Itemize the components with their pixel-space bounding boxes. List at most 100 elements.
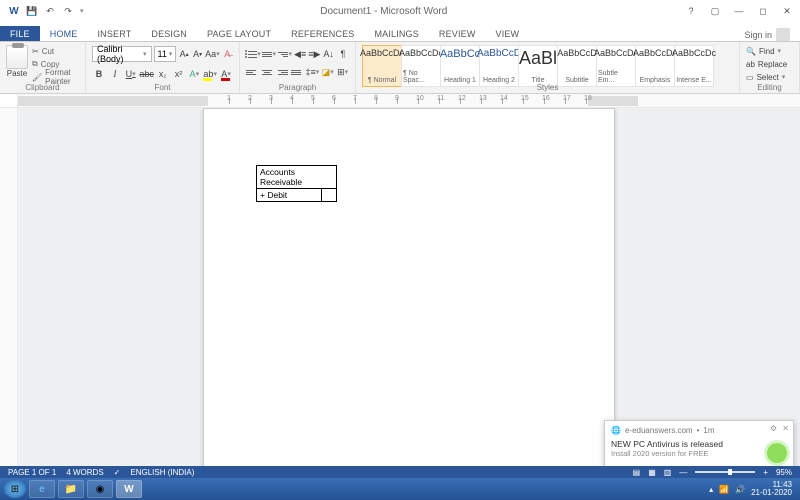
tab-view[interactable]: VIEW [486, 26, 530, 42]
tab-design[interactable]: DESIGN [141, 26, 197, 42]
styles-gallery[interactable]: AaBbCcDc¶ NormalAaBbCcDc¶ No Spac...AaBb… [362, 45, 733, 87]
table-cell[interactable] [322, 189, 337, 202]
align-center-button[interactable] [261, 64, 274, 80]
shrink-font-button[interactable]: A▾ [192, 46, 204, 62]
style-subtitle[interactable]: AaBbCcDSubtitle [557, 45, 597, 87]
view-print-button[interactable]: ▦ [648, 468, 656, 477]
style-intense-e-[interactable]: AaBbCcDcIntense E... [674, 45, 714, 87]
start-button[interactable]: ⊞ [4, 480, 26, 498]
tab-page-layout[interactable]: PAGE LAYOUT [197, 26, 281, 42]
style-heading-2[interactable]: AaBbCcDHeading 2 [479, 45, 519, 87]
status-page[interactable]: PAGE 1 OF 1 [8, 468, 56, 477]
text-effects-button[interactable]: A▾ [187, 66, 201, 82]
style-caption: Subtle Em... [598, 70, 634, 84]
increase-indent-button[interactable]: ≡▶ [308, 46, 320, 62]
table-cell[interactable]: + Debit [257, 189, 322, 202]
superscript-button[interactable]: x² [172, 66, 186, 82]
grow-font-button[interactable]: A▴ [178, 46, 190, 62]
maximize-button[interactable]: ◻ [756, 5, 770, 17]
style-caption: ¶ No Spac... [403, 70, 439, 84]
align-left-button[interactable] [246, 64, 259, 80]
font-name-dropdown[interactable]: Calibri (Body)▾ [92, 46, 152, 62]
strikethrough-button[interactable]: abc [140, 66, 154, 82]
undo-icon[interactable]: ↶ [44, 5, 56, 17]
style-emphasis[interactable]: AaBbCcDcEmphasis [635, 45, 675, 87]
style--no-spac-[interactable]: AaBbCcDc¶ No Spac... [401, 45, 441, 87]
tray-sound-icon[interactable]: 🔊 [735, 485, 745, 494]
table-cell[interactable]: Accounts Receivable [257, 166, 337, 189]
gear-icon[interactable]: ⚙ [770, 424, 777, 433]
task-explorer[interactable]: 📁 [58, 480, 84, 498]
style-subtle-em-[interactable]: AaBbCcDcSubtle Em... [596, 45, 636, 87]
multilevel-button[interactable]: ▾ [278, 46, 292, 62]
save-icon[interactable]: 💾 [26, 5, 38, 17]
italic-button[interactable]: I [108, 66, 122, 82]
task-word[interactable]: W [116, 480, 142, 498]
notif-badge-icon[interactable] [767, 443, 787, 463]
style-title[interactable]: AaBlTitle [518, 45, 558, 87]
cut-button[interactable]: ✂Cut [32, 45, 79, 57]
font-color-button[interactable]: A▾ [219, 66, 233, 82]
font-size-value: 11 [158, 49, 167, 59]
style-heading-1[interactable]: AaBbCcHeading 1 [440, 45, 480, 87]
document-table[interactable]: Accounts Receivable + Debit [256, 165, 337, 202]
subscript-button[interactable]: x₂ [156, 66, 170, 82]
borders-button[interactable]: ⊞▾ [336, 64, 349, 80]
minimize-button[interactable]: — [732, 5, 746, 17]
underline-button[interactable]: U▾ [124, 66, 138, 82]
page[interactable]: Accounts Receivable + Debit [203, 108, 615, 470]
tab-mailings[interactable]: MAILINGS [364, 26, 428, 42]
status-language[interactable]: ENGLISH (INDIA) [130, 468, 194, 477]
bullets-button[interactable]: ▾ [246, 46, 260, 62]
font-size-dropdown[interactable]: 11▾ [154, 46, 177, 62]
tab-references[interactable]: REFERENCES [281, 26, 364, 42]
decrease-indent-button[interactable]: ◀≡ [294, 46, 306, 62]
sort-button[interactable]: A↓ [323, 46, 335, 62]
style--normal[interactable]: AaBbCcDc¶ Normal [362, 45, 402, 87]
close-icon[interactable]: ✕ [782, 424, 789, 433]
numbering-button[interactable]: ▾ [262, 46, 276, 62]
task-chrome[interactable]: ◉ [87, 480, 113, 498]
view-read-button[interactable]: ▤ [633, 468, 641, 477]
show-marks-button[interactable]: ¶ [337, 46, 349, 62]
style-preview: AaBbCcDc [633, 48, 677, 58]
tab-file[interactable]: FILE [0, 26, 40, 42]
close-button[interactable]: ✕ [780, 5, 794, 17]
status-proofing-icon[interactable]: ✓ [114, 468, 121, 477]
tab-home[interactable]: HOME [40, 26, 88, 42]
find-label: Find [759, 47, 775, 56]
redo-icon[interactable]: ↷ [62, 5, 74, 17]
tab-review[interactable]: REVIEW [429, 26, 486, 42]
tab-insert[interactable]: INSERT [87, 26, 141, 42]
paste-button[interactable]: Paste [6, 45, 28, 78]
group-editing-label: Editing [740, 83, 799, 92]
status-words[interactable]: 4 WORDS [66, 468, 103, 477]
tray-arrow-icon[interactable]: ▴ [709, 485, 713, 494]
shading-button[interactable]: ◪▾ [321, 64, 334, 80]
format-painter-button[interactable]: 🖌Format Painter [32, 71, 79, 83]
select-button[interactable]: ▭Select▾ [746, 71, 793, 83]
bold-button[interactable]: B [92, 66, 106, 82]
tray-network-icon[interactable]: 📶 [719, 485, 729, 494]
replace-button[interactable]: abReplace [746, 58, 793, 70]
align-right-button[interactable] [276, 64, 289, 80]
highlight-button[interactable]: ab▾ [203, 66, 217, 82]
horizontal-ruler[interactable]: 123456789101112131415161718 [0, 94, 800, 108]
task-ie[interactable]: e [29, 480, 55, 498]
notification-popup[interactable]: ⚙ ✕ 🌐e-eduanswers.com • 1m NEW PC Antivi… [604, 420, 794, 470]
help-icon[interactable]: ? [684, 5, 698, 17]
view-web-button[interactable]: ▥ [664, 468, 672, 477]
zoom-slider[interactable] [695, 471, 755, 473]
clear-formatting-button[interactable]: A̶ [221, 46, 233, 62]
line-spacing-button[interactable]: ‡≡▾ [306, 64, 320, 80]
signin-link[interactable]: Sign in [744, 28, 800, 42]
vertical-ruler[interactable] [0, 108, 18, 470]
change-case-button[interactable]: Aa▾ [205, 46, 219, 62]
page-scroll[interactable]: Accounts Receivable + Debit [18, 108, 800, 470]
system-tray[interactable]: ▴ 📶 🔊 11:43 21-01-2020 [709, 481, 796, 497]
find-button[interactable]: 🔍Find▾ [746, 45, 793, 57]
zoom-level[interactable]: 95% [776, 468, 792, 477]
group-editing: 🔍Find▾ abReplace ▭Select▾ Editing [740, 42, 800, 93]
justify-button[interactable] [291, 64, 304, 80]
ribbon-options-icon[interactable]: ▢ [708, 5, 722, 17]
